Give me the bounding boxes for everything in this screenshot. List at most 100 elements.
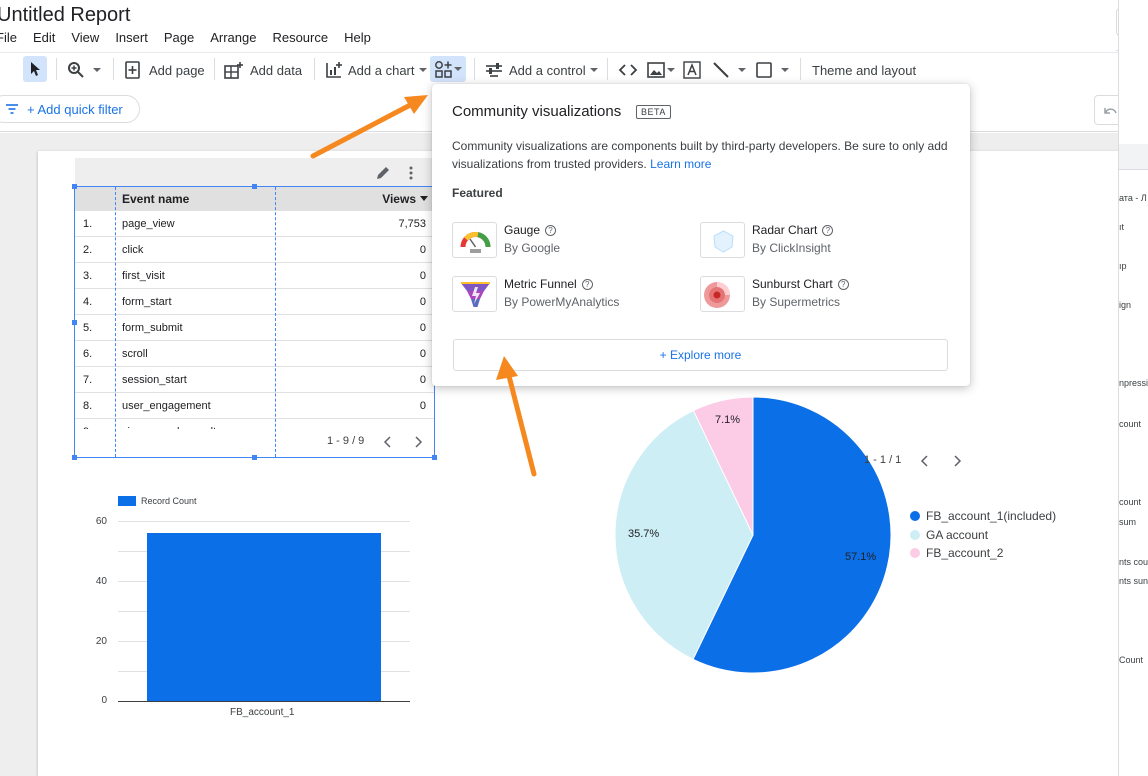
legend-dot xyxy=(910,530,920,540)
gauge-thumbnail xyxy=(452,222,497,258)
col-event-name[interactable]: Event name xyxy=(122,187,189,211)
resize-handle[interactable] xyxy=(72,455,77,460)
table-row[interactable]: 8. user_engagement 0 xyxy=(75,393,434,419)
table-row[interactable]: 9. view_search_results xyxy=(75,419,434,429)
viz-metric-funnel[interactable]: Metric Funnel? By PowerMyAnalytics xyxy=(452,276,672,312)
menu-edit[interactable]: Edit xyxy=(25,30,63,46)
sunburst-icon xyxy=(704,282,730,308)
help-icon[interactable]: ? xyxy=(822,225,834,236)
viz-author: By ClickInsight xyxy=(752,241,831,255)
panel-text: ıt xyxy=(1119,222,1125,232)
legend-item[interactable]: GA account xyxy=(910,528,988,542)
table-pagination: 1 - 9 / 9 xyxy=(327,435,365,447)
report-title[interactable]: Untitled Report xyxy=(0,4,130,27)
toolbar-divider xyxy=(607,58,608,80)
properties-panel: ата - Л ıt ıp ign npressi count count su… xyxy=(1118,0,1148,776)
select-button[interactable] xyxy=(23,56,47,82)
theme-layout-label: Theme and layout xyxy=(812,62,917,78)
chevron-left-icon[interactable] xyxy=(920,455,930,467)
events-table[interactable]: Event name Views 1. page_view 7,753 2. click… xyxy=(72,184,437,460)
add-quick-filter-button[interactable]: + Add quick filter xyxy=(0,95,140,123)
table-row[interactable]: 3. first_visit 0 xyxy=(75,263,434,289)
learn-more-link[interactable]: Learn more xyxy=(650,157,711,171)
y-tick-label: 0 xyxy=(101,695,107,706)
col-views[interactable]: Views xyxy=(382,187,416,211)
chevron-down-icon xyxy=(738,68,746,72)
chevron-right-icon[interactable] xyxy=(413,436,423,448)
resize-handle[interactable] xyxy=(252,455,257,460)
resize-handle[interactable] xyxy=(72,320,77,325)
annotation-arrow xyxy=(496,356,537,477)
views-cell: 0 xyxy=(419,322,426,334)
gridline xyxy=(118,521,410,522)
legend-swatch xyxy=(118,496,136,506)
community-viz-button[interactable] xyxy=(430,56,466,82)
chevron-left-icon[interactable] xyxy=(383,436,393,448)
slice-label: 7.1% xyxy=(715,414,741,426)
toolbar-edge-icon[interactable] xyxy=(0,8,4,28)
radar-thumbnail xyxy=(700,222,745,258)
text-box-button[interactable] xyxy=(683,60,701,80)
bar[interactable] xyxy=(147,533,381,701)
row-number: 7. xyxy=(83,374,93,386)
table-header-row: Event name Views xyxy=(75,187,434,211)
event-name-cell: user_engagement xyxy=(122,400,211,412)
help-icon[interactable]: ? xyxy=(581,279,593,290)
viz-name: Radar Chart? xyxy=(752,223,834,237)
menu-arrange[interactable]: Arrange xyxy=(202,30,264,46)
shape-button[interactable] xyxy=(755,60,789,80)
add-page-label: Add page xyxy=(149,62,205,78)
add-page-icon xyxy=(125,61,140,79)
image-button[interactable] xyxy=(647,60,675,80)
select-arrow-icon xyxy=(31,62,40,76)
table-row[interactable]: 4. form_start 0 xyxy=(75,289,434,315)
add-chart-button[interactable]: Add a chart xyxy=(325,60,427,80)
toolbar-divider xyxy=(56,58,57,80)
chevron-right-icon[interactable] xyxy=(952,455,962,467)
resize-handle[interactable] xyxy=(72,184,77,189)
menu-help[interactable]: Help xyxy=(336,30,379,46)
row-number: 8. xyxy=(83,400,93,412)
legend-dot xyxy=(910,548,920,558)
menu-page[interactable]: Page xyxy=(156,30,202,46)
table-row[interactable]: 5. form_submit 0 xyxy=(75,315,434,341)
table-row[interactable]: 1. page_view 7,753 xyxy=(75,211,434,237)
line-icon xyxy=(713,62,729,78)
resize-handle[interactable] xyxy=(432,455,437,460)
table-row[interactable]: 2. click 0 xyxy=(75,237,434,263)
panel-tab[interactable] xyxy=(1119,144,1148,170)
funnel-thumbnail xyxy=(452,276,497,312)
line-button[interactable] xyxy=(712,60,746,80)
more-vert-icon[interactable] xyxy=(406,165,416,181)
theme-layout-button[interactable]: Theme and layout xyxy=(812,60,916,80)
add-control-button[interactable]: Add a control xyxy=(485,60,598,80)
viz-name: Gauge? xyxy=(504,223,557,237)
add-page-button[interactable]: Add page xyxy=(124,60,205,80)
add-chart-label: Add a chart xyxy=(348,62,415,78)
add-data-button[interactable]: Add data xyxy=(224,60,302,80)
y-tick-label: 20 xyxy=(95,636,107,647)
resize-handle[interactable] xyxy=(252,184,257,189)
embed-button[interactable] xyxy=(618,60,638,80)
viz-radar-chart[interactable]: Radar Chart? By ClickInsight xyxy=(700,222,920,258)
legend-item[interactable]: FB_account_1(included) xyxy=(910,509,1056,523)
menu-resource[interactable]: Resource xyxy=(264,30,336,46)
menu-insert[interactable]: Insert xyxy=(107,30,156,46)
help-icon[interactable]: ? xyxy=(837,279,849,290)
legend-label: GA account xyxy=(926,528,989,542)
menu-file[interactable]: File xyxy=(0,30,25,46)
legend-item[interactable]: FB_account_2 xyxy=(910,546,1003,560)
zoom-icon xyxy=(68,62,84,78)
popup-description: Community visualizations are components … xyxy=(452,137,952,173)
help-icon[interactable]: ? xyxy=(545,225,557,236)
pencil-icon[interactable] xyxy=(375,165,391,181)
table-row[interactable]: 7. session_start 0 xyxy=(75,367,434,393)
zoom-button[interactable] xyxy=(67,60,101,80)
add-chart-icon xyxy=(326,62,342,78)
event-name-cell: scroll xyxy=(122,348,148,360)
menu-view[interactable]: View xyxy=(63,30,107,46)
viz-gauge[interactable]: Gauge? By Google xyxy=(452,222,672,258)
sort-desc-icon[interactable] xyxy=(420,196,428,202)
table-row[interactable]: 6. scroll 0 xyxy=(75,341,434,367)
viz-sunburst-chart[interactable]: Sunburst Chart? By Supermetrics xyxy=(700,276,920,312)
